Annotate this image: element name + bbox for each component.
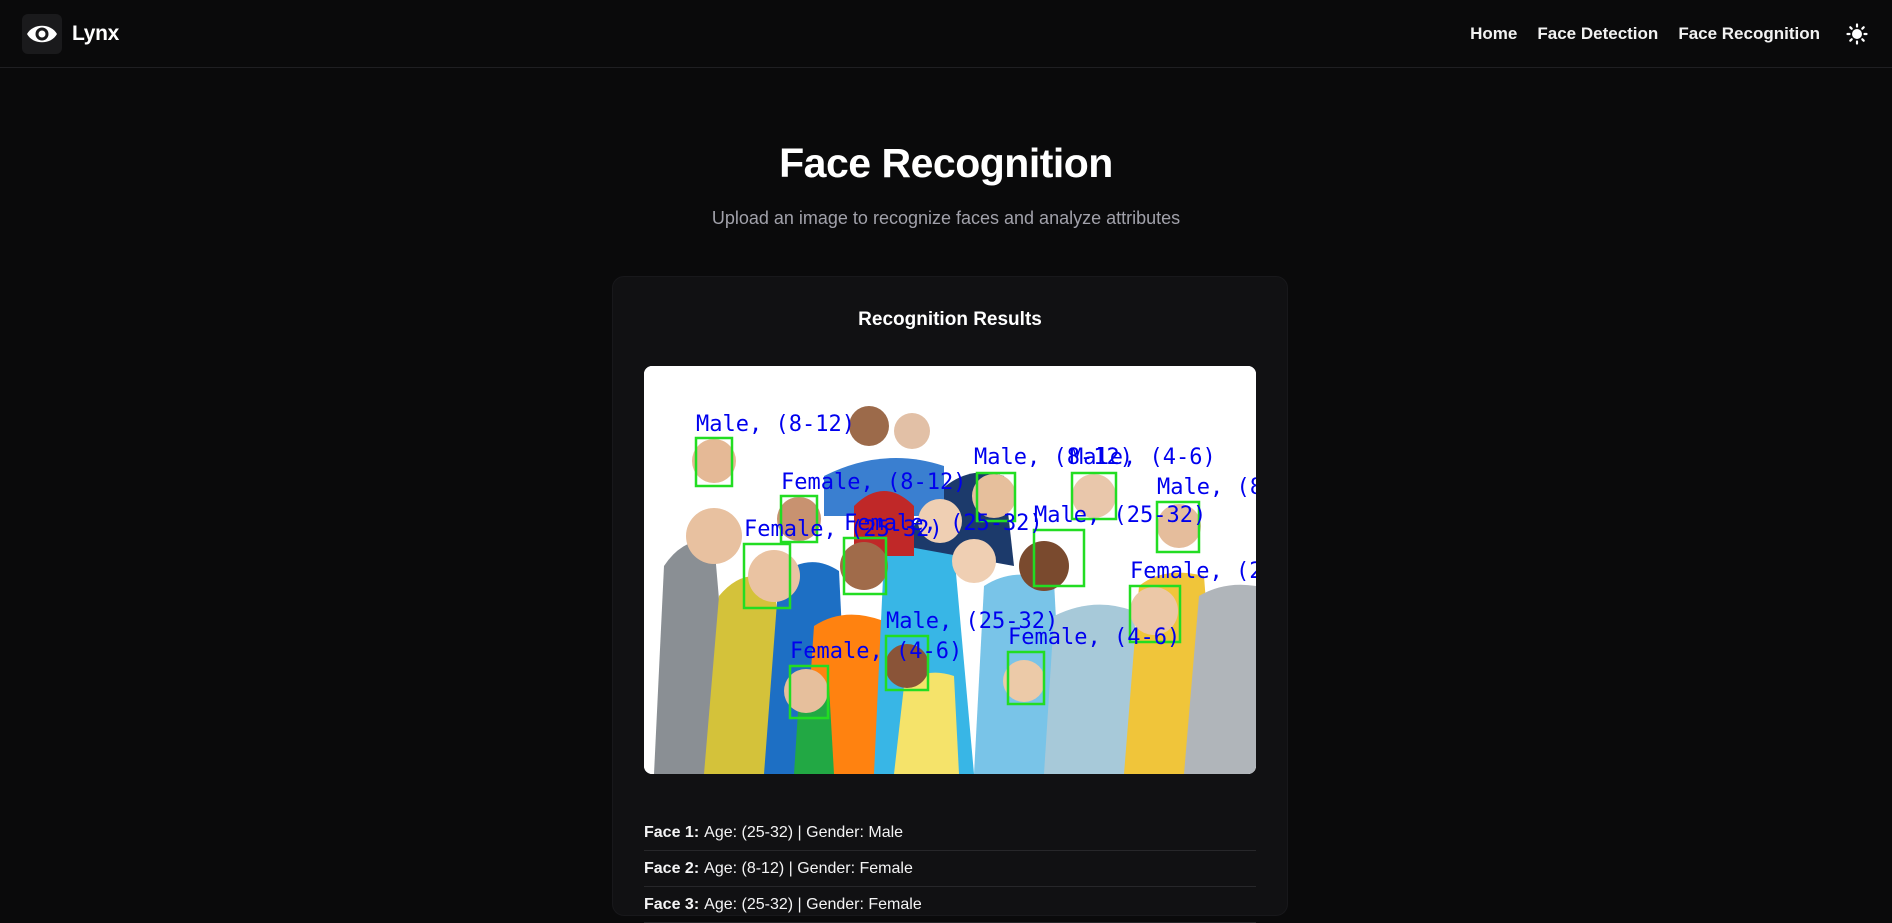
face-attributes: Age: (8-12) | Gender: Female [704,859,913,877]
theme-toggle-sun-icon[interactable] [1844,21,1870,47]
face-label: Face 3: [644,895,700,913]
face-label: Male, (8- [1157,475,1256,500]
face-attributes: Age: (25-32) | Gender: Female [704,895,922,913]
face-label: Male, (8-12) [696,412,855,437]
navbar: Lynx Home Face Detection Face Recognitio… [0,0,1892,68]
face-label: Female, (4-6) [1008,625,1180,650]
brand[interactable]: Lynx [22,13,120,54]
page-title: Face Recognition [779,140,1113,186]
photo-canvas: Male, (8-12) Female, (8-12) Male, (8-12)… [644,366,1256,774]
face-label: Female, (4-6) [790,639,962,664]
nav-home[interactable]: Home [1470,24,1517,44]
face-label: Face 2: [644,859,700,877]
face-label: Female, (25-32) [844,511,1043,536]
eye-logo-icon [22,13,62,54]
face-label: Male, (4-6) [1070,445,1216,470]
face-label: Female, (25 [1130,559,1256,584]
face-label: Face 1: [644,823,700,841]
list-item: Face 2: Age: (8-12) | Gender: Female [644,851,1256,887]
results-title: Recognition Results [858,309,1042,330]
results-card: Recognition Results Male, (8-12) Female,… [612,276,1288,923]
nav-face-detection[interactable]: Face Detection [1537,24,1658,44]
page-subtitle: Upload an image to recognize faces and a… [711,208,1181,228]
nav-face-recognition[interactable]: Face Recognition [1678,24,1820,44]
face-attributes: Age: (25-32) | Gender: Male [704,823,904,841]
nav-links: Home Face Detection Face Recognition [1470,21,1870,47]
list-item: Face 1: Age: (25-32) | Gender: Male [644,815,1256,851]
list-item: Face 3: Age: (25-32) | Gender: Female [644,887,1256,923]
brand-name: Lynx [72,21,120,45]
face-label: Male, (25-32) [1034,503,1206,528]
face-results-list: Face 1: Age: (25-32) | Gender: Male Face… [644,815,1256,923]
annotated-group-photo: Male, (8-12) Female, (8-12) Male, (8-12)… [644,366,1256,774]
face-label: Female, (8-12) [781,470,966,495]
